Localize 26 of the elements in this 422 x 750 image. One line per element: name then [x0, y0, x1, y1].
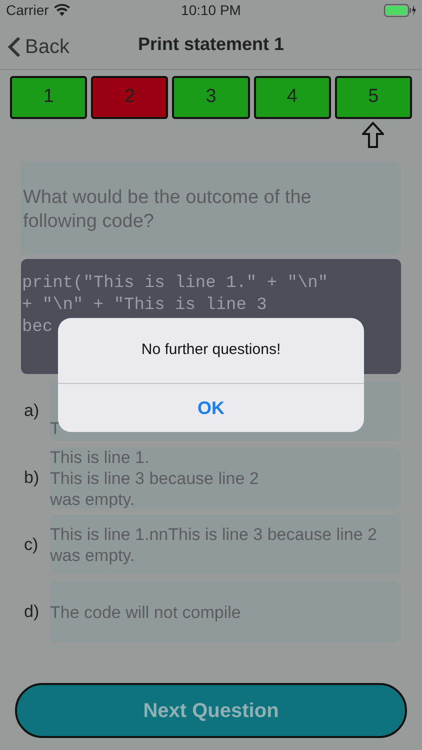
screen-title: Print statement 1	[138, 33, 284, 56]
question-text: What would be the outcome of the following code?	[23, 186, 312, 234]
back-button[interactable]: Back	[8, 32, 70, 62]
question-tab[interactable]: 3	[172, 76, 250, 119]
question-tab[interactable]: 5	[334, 76, 412, 119]
answer-option[interactable]: This is line 1.nnThis is line 3 because line 2 was empty.	[50, 515, 401, 575]
code-line: + "\n" + "This is line 3	[22, 295, 268, 317]
answer-letter: d)	[24, 601, 40, 624]
question-tab[interactable]: 4	[254, 76, 331, 119]
code-line: bec	[22, 317, 54, 339]
battery-icon	[384, 4, 416, 16]
ok-button[interactable]: OK	[178, 394, 244, 422]
question-tab[interactable]: 1	[10, 76, 88, 119]
carrier-label: Carrier	[6, 0, 49, 20]
clock-time: 10:10 PM	[181, 0, 241, 20]
question-tab[interactable]: 2	[91, 76, 168, 119]
answer-letter: b)	[24, 467, 40, 490]
answer-letter: a)	[24, 400, 40, 422]
answer-letter: c)	[24, 534, 40, 556]
code-line: print("This is line 1." + "\n"	[22, 273, 330, 295]
answer-option[interactable]: The code will not compile	[50, 582, 401, 642]
alert-message: No further questions!	[141, 340, 281, 360]
chevron-left-icon	[8, 36, 21, 58]
answer-option[interactable]: This is line 1. This is line 3 because line 2 was empty.	[50, 448, 401, 508]
wifi-icon	[54, 4, 70, 16]
next-question-button[interactable]: Next Question	[15, 683, 407, 738]
